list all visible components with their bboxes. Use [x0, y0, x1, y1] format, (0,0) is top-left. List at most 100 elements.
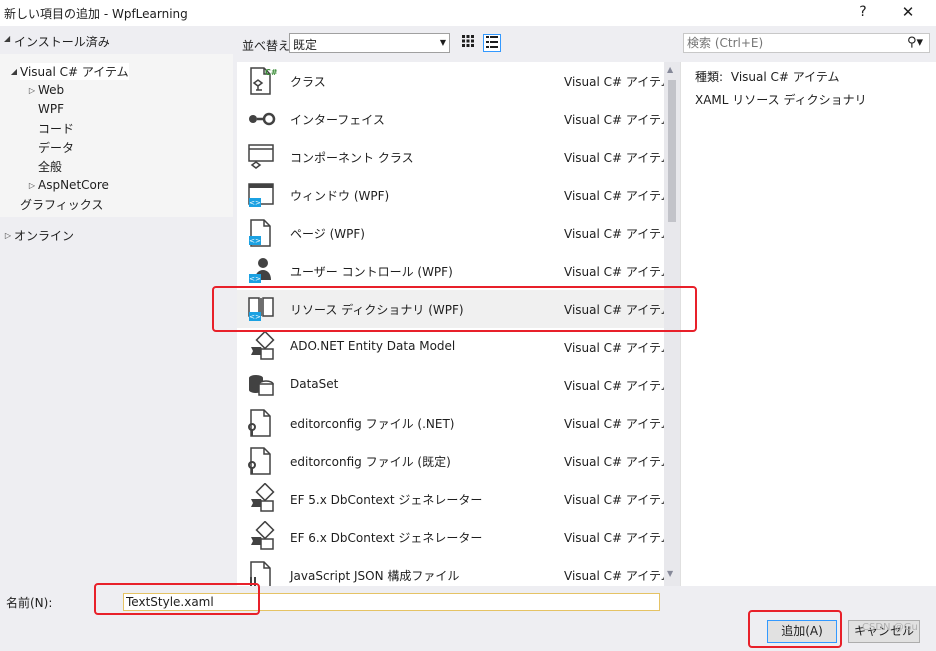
item-type: Visual C# アイテム: [564, 265, 673, 279]
template-list-item[interactable]: editorconfig ファイル (.NET) Visual C# アイテム: [237, 404, 673, 442]
template-list-item[interactable]: <> ウィンドウ (WPF) Visual C# アイテム: [237, 176, 673, 214]
tree-item[interactable]: グラフィックス: [8, 195, 103, 213]
search-box: ⚲▾: [683, 33, 930, 53]
tree-item[interactable]: ▷ AspNetCore: [26, 176, 109, 194]
template-list-item[interactable]: C# クラス Visual C# アイテム: [237, 62, 673, 100]
tree-item[interactable]: ▷ Web: [26, 81, 64, 99]
search-icon[interactable]: ⚲▾: [907, 35, 923, 50]
expand-arrow-icon[interactable]: ▷: [2, 231, 14, 240]
template-list-item[interactable]: EF 5.x DbContext ジェネレーター Visual C# アイテム: [237, 480, 673, 518]
template-list-item[interactable]: コンポーネント クラス Visual C# アイテム: [237, 138, 673, 176]
search-input[interactable]: [687, 35, 897, 51]
online-label: オンライン: [14, 228, 75, 243]
svg-text:<>: <>: [249, 237, 261, 245]
scrollbar-thumb[interactable]: [668, 80, 676, 222]
installed-label: インストール済み: [14, 35, 110, 49]
template-list-item[interactable]: ADO.NET Entity Data Model Visual C# アイテム: [237, 328, 673, 366]
item-name: EF 5.x DbContext ジェネレーター: [290, 493, 483, 507]
interface-icon: [245, 103, 277, 135]
tree-item-label: WPF: [38, 102, 65, 116]
item-name: JavaScript JSON 構成ファイル: [290, 569, 460, 583]
kind-label: 種類:: [695, 70, 724, 84]
annotation-box-name-input: [94, 583, 260, 615]
component-class-icon: [245, 141, 277, 173]
tree-item-label: コード: [38, 121, 75, 136]
tree-item[interactable]: 全般: [26, 157, 62, 175]
user-control-icon: <>: [245, 255, 277, 287]
item-name: コンポーネント クラス: [290, 151, 414, 165]
annotation-box-selected-item: [212, 286, 697, 332]
tree-item-label: Web: [38, 83, 65, 97]
tree-item-label: Visual C# アイテム: [20, 62, 129, 80]
sort-label: 並べ替え:: [242, 39, 295, 53]
svg-text:<>: <>: [249, 275, 261, 283]
item-name: DataSet: [290, 377, 339, 391]
item-name: インターフェイス: [290, 113, 385, 127]
tree-item-label: 全般: [38, 159, 63, 174]
window-title: 新しい項目の追加 - WpfLearning: [4, 7, 188, 21]
expand-arrow-icon[interactable]: ▷: [26, 181, 38, 190]
item-name: editorconfig ファイル (.NET): [290, 417, 455, 431]
sort-dropdown[interactable]: 既定 ▼: [289, 33, 450, 53]
window-icon: <>: [245, 179, 277, 211]
item-name: ウィンドウ (WPF): [290, 189, 390, 203]
installed-header[interactable]: ◢ インストール済み: [0, 32, 237, 50]
online-category[interactable]: ▷ オンライン: [0, 226, 74, 244]
chevron-down-icon: ▼: [439, 38, 446, 47]
collapse-arrow-icon[interactable]: ◢: [4, 34, 10, 43]
item-type: Visual C# アイテム: [564, 189, 673, 203]
tree-item[interactable]: ◢ Visual C# アイテム: [8, 62, 129, 80]
dataset-icon: [245, 369, 277, 401]
item-type: Visual C# アイテム: [564, 75, 673, 89]
tree-item[interactable]: コード: [26, 119, 74, 137]
template-list-item[interactable]: DataSet Visual C# アイテム: [237, 366, 673, 404]
details-pane: 種類: Visual C# アイテム XAML リソース ディクショナリ: [680, 62, 936, 586]
tree-item-label: グラフィックス: [20, 197, 104, 212]
template-category-pane: ◢ インストール済み ◢ Visual C# アイテム ▷ Web WPF コード データ全…: [0, 26, 237, 586]
dbcontext-generator-icon: [245, 520, 277, 553]
kind-value: Visual C# アイテム: [730, 70, 840, 84]
detail-description: XAML リソース ディクショナリ: [695, 93, 867, 107]
page-icon: <>: [245, 217, 277, 249]
item-type: Visual C# アイテム: [564, 341, 673, 355]
help-button[interactable]: ?: [856, 2, 870, 22]
category-tree: ◢ Visual C# アイテム ▷ Web WPF コード データ 全般 ▷ AspNetCor…: [0, 54, 233, 217]
template-list-item[interactable]: EF 6.x DbContext ジェネレーター Visual C# アイテム: [237, 518, 673, 556]
item-name: ADO.NET Entity Data Model: [290, 339, 456, 353]
small-icons-view-button[interactable]: [459, 34, 477, 52]
item-type: Visual C# アイテム: [564, 493, 673, 507]
grid-view-icon: [462, 35, 474, 47]
svg-text:C#: C#: [265, 68, 277, 77]
item-type: Visual C# アイテム: [564, 379, 673, 393]
sort-value: 既定: [293, 38, 318, 52]
tree-item[interactable]: データ: [26, 138, 74, 156]
editorconfig-icon: [245, 445, 277, 477]
dbcontext-generator-icon: [245, 482, 277, 515]
scroll-down-arrow-icon[interactable]: ▼: [667, 569, 673, 578]
title-bar: 新しい項目の追加 - WpfLearning ? ✕: [0, 0, 936, 26]
watermark: CSDN @Gu: [862, 622, 918, 633]
name-label: 名前(N):: [6, 596, 53, 610]
tree-item-label: AspNetCore: [38, 178, 109, 192]
details-view-button[interactable]: [483, 34, 501, 52]
template-list-item[interactable]: <> ページ (WPF) Visual C# アイテム: [237, 214, 673, 252]
tree-item[interactable]: WPF: [26, 100, 64, 118]
item-type: Visual C# アイテム: [564, 455, 673, 469]
item-name: ページ (WPF): [290, 227, 365, 241]
template-list-item[interactable]: <> ユーザー コントロール (WPF) Visual C# アイテム: [237, 252, 673, 290]
close-button[interactable]: ✕: [898, 2, 918, 22]
detail-kind: 種類: Visual C# アイテム: [695, 68, 840, 85]
item-type: Visual C# アイテム: [564, 417, 673, 431]
collapse-arrow-icon[interactable]: ◢: [8, 67, 20, 76]
item-type: Visual C# アイテム: [564, 151, 673, 165]
template-list-item[interactable]: editorconfig ファイル (既定) Visual C# アイテム: [237, 442, 673, 480]
editorconfig-icon: [245, 407, 277, 439]
item-name: editorconfig ファイル (既定): [290, 455, 451, 469]
tree-item-label: データ: [38, 140, 75, 155]
item-type: Visual C# アイテム: [564, 569, 673, 583]
item-name: クラス: [290, 75, 326, 89]
template-list-item[interactable]: インターフェイス Visual C# アイテム: [237, 100, 673, 138]
class-icon: C#: [245, 65, 278, 97]
scroll-up-arrow-icon[interactable]: ▲: [667, 65, 673, 74]
expand-arrow-icon[interactable]: ▷: [26, 86, 38, 95]
